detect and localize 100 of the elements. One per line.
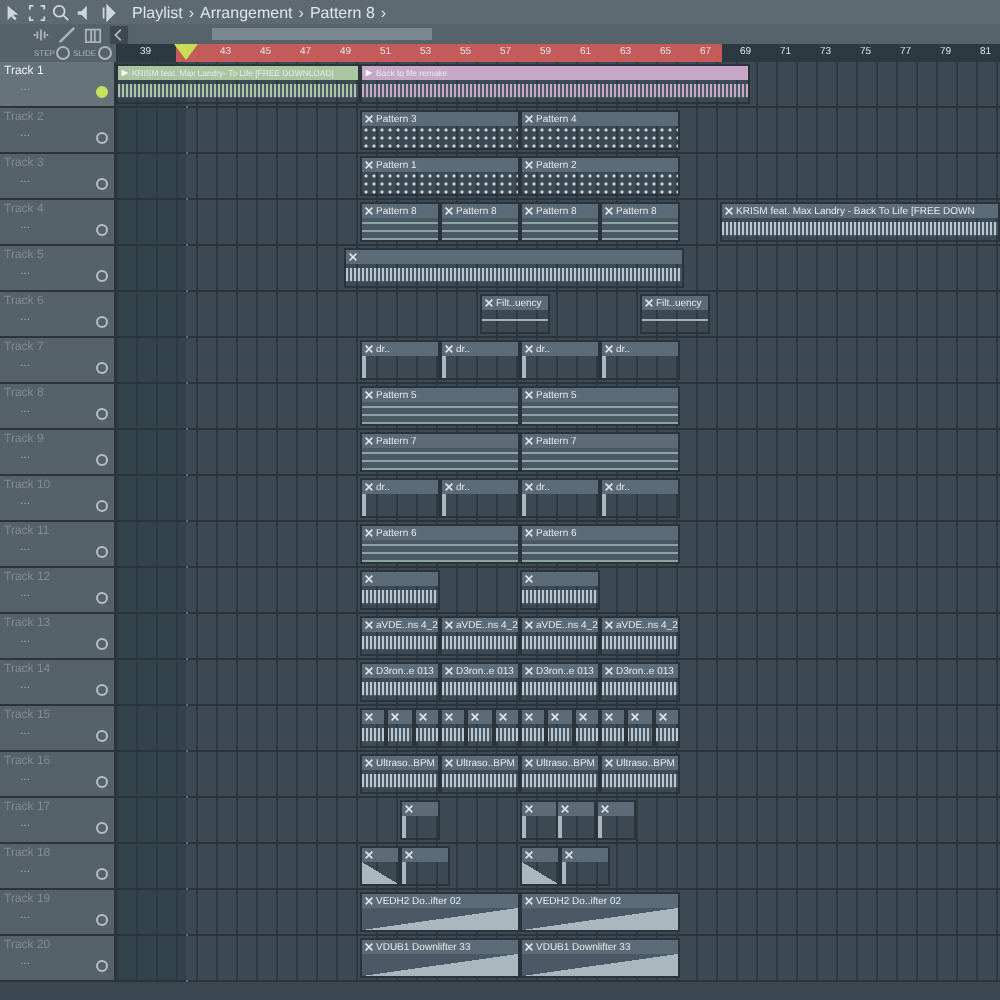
close-icon[interactable] xyxy=(524,114,534,124)
overview-scrollbar[interactable] xyxy=(132,24,1000,44)
close-icon[interactable] xyxy=(604,758,614,768)
close-icon[interactable] xyxy=(524,666,534,676)
close-icon[interactable] xyxy=(524,160,534,170)
close-icon[interactable] xyxy=(470,712,481,722)
mute-button[interactable] xyxy=(96,730,108,742)
close-icon[interactable] xyxy=(604,344,614,354)
close-icon[interactable] xyxy=(524,206,534,216)
close-icon[interactable] xyxy=(600,804,610,814)
close-icon[interactable] xyxy=(364,666,374,676)
clip[interactable] xyxy=(493,708,520,748)
close-icon[interactable] xyxy=(497,712,508,722)
clip[interactable] xyxy=(626,708,654,748)
close-icon[interactable] xyxy=(524,390,534,400)
clip[interactable] xyxy=(519,708,547,748)
close-icon[interactable] xyxy=(524,528,534,538)
clip[interactable] xyxy=(400,846,450,886)
clip[interactable] xyxy=(439,708,467,748)
clip[interactable] xyxy=(556,800,596,840)
close-icon[interactable] xyxy=(364,344,374,354)
close-icon[interactable] xyxy=(657,712,668,722)
close-icon[interactable] xyxy=(523,712,534,722)
clip[interactable] xyxy=(596,800,636,840)
mute-button[interactable] xyxy=(96,500,108,512)
clip[interactable] xyxy=(360,708,387,748)
close-icon[interactable] xyxy=(364,620,374,630)
close-icon[interactable] xyxy=(604,620,614,630)
slide-toggle[interactable] xyxy=(98,46,112,60)
clip[interactable] xyxy=(466,708,494,748)
close-icon[interactable] xyxy=(550,712,561,722)
close-icon[interactable] xyxy=(630,712,641,722)
mute-button[interactable] xyxy=(96,776,108,788)
clip[interactable] xyxy=(360,570,440,610)
close-icon[interactable] xyxy=(524,896,534,906)
mute-button[interactable] xyxy=(96,454,108,466)
panel-icon[interactable] xyxy=(100,3,118,21)
slash-icon[interactable] xyxy=(58,25,76,43)
clip[interactable] xyxy=(386,708,414,748)
close-icon[interactable] xyxy=(364,574,374,584)
mute-button[interactable] xyxy=(96,638,108,650)
close-icon[interactable] xyxy=(364,850,374,860)
close-icon[interactable] xyxy=(364,528,374,538)
pointer-icon[interactable] xyxy=(4,3,22,21)
clip[interactable] xyxy=(413,708,440,748)
close-icon[interactable] xyxy=(364,206,374,216)
mute-button[interactable] xyxy=(96,408,108,420)
clip[interactable] xyxy=(653,708,680,748)
close-icon[interactable] xyxy=(364,712,374,722)
close-icon[interactable] xyxy=(364,758,374,768)
close-icon[interactable] xyxy=(524,344,534,354)
mute-button[interactable] xyxy=(96,914,108,926)
close-icon[interactable] xyxy=(364,390,374,400)
mute-button[interactable] xyxy=(96,224,108,236)
mute-button[interactable] xyxy=(96,822,108,834)
close-icon[interactable] xyxy=(364,896,374,906)
close-icon[interactable] xyxy=(484,298,494,308)
close-icon[interactable] xyxy=(444,206,454,216)
close-icon[interactable] xyxy=(390,712,401,722)
close-icon[interactable] xyxy=(524,758,534,768)
clip[interactable] xyxy=(520,800,560,840)
close-icon[interactable] xyxy=(404,804,414,814)
close-icon[interactable] xyxy=(577,712,588,722)
close-icon[interactable] xyxy=(524,482,534,492)
fullscreen-icon[interactable] xyxy=(28,3,46,21)
close-icon[interactable] xyxy=(524,620,534,630)
breadcrumb-link[interactable]: Pattern 8 xyxy=(309,3,375,21)
close-icon[interactable] xyxy=(444,758,454,768)
mute-button[interactable] xyxy=(96,316,108,328)
close-icon[interactable] xyxy=(564,850,574,860)
mute-button[interactable] xyxy=(96,178,108,190)
mute-button[interactable] xyxy=(96,684,108,696)
close-icon[interactable] xyxy=(644,298,654,308)
clip[interactable] xyxy=(546,708,574,748)
close-icon[interactable] xyxy=(417,712,428,722)
clip[interactable] xyxy=(573,708,600,748)
clip[interactable] xyxy=(560,846,610,886)
mute-button[interactable] xyxy=(96,868,108,880)
zoom-icon[interactable] xyxy=(52,3,70,21)
close-icon[interactable] xyxy=(524,804,534,814)
close-icon[interactable] xyxy=(364,114,374,124)
breadcrumb-link[interactable]: Arrangement xyxy=(200,3,293,21)
mute-button[interactable] xyxy=(96,960,108,972)
close-icon[interactable] xyxy=(603,712,614,722)
clip[interactable] xyxy=(520,846,560,886)
close-icon[interactable] xyxy=(524,942,534,952)
close-icon[interactable] xyxy=(404,850,414,860)
mute-button[interactable] xyxy=(96,362,108,374)
step-toggle[interactable] xyxy=(56,46,71,60)
close-icon[interactable] xyxy=(560,804,570,814)
close-icon[interactable] xyxy=(604,666,614,676)
close-icon[interactable] xyxy=(348,252,358,262)
close-icon[interactable] xyxy=(524,574,534,584)
clip[interactable] xyxy=(360,846,400,886)
close-icon[interactable] xyxy=(364,436,374,446)
clip[interactable] xyxy=(599,708,627,748)
collapse-icon[interactable] xyxy=(110,25,128,43)
mute-button[interactable] xyxy=(96,546,108,558)
mute-button[interactable] xyxy=(96,270,108,282)
close-icon[interactable] xyxy=(444,666,454,676)
